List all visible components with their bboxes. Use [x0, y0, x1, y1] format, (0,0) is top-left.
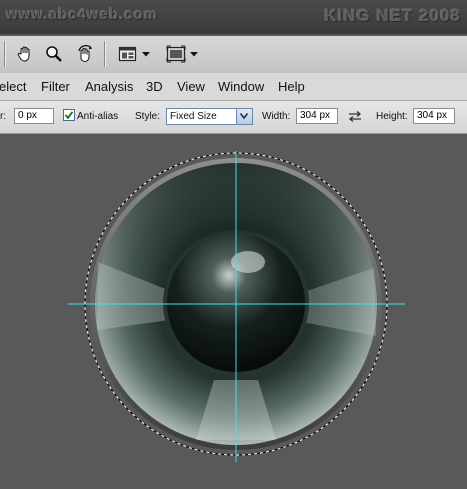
rotate-view-button[interactable] [75, 44, 95, 64]
document-canvas[interactable] [0, 134, 467, 484]
menu-help[interactable]: Help [278, 79, 305, 94]
dropdown-arrow[interactable] [236, 109, 252, 124]
arrange-documents-button[interactable] [118, 44, 152, 64]
menu-select[interactable]: elect [0, 79, 26, 94]
checkmark-icon [64, 111, 74, 120]
toolbar-separator [104, 41, 105, 67]
hand-tool-button[interactable] [16, 44, 34, 64]
zoom-tool-icon [45, 45, 63, 63]
menu-3d[interactable]: 3D [146, 79, 163, 94]
rotate-view-icon [75, 45, 95, 63]
style-select-value: Fixed Size [170, 111, 217, 122]
watermark-bar: www.abc4web.com KING NET 2008 [0, 0, 467, 34]
arrange-documents-icon [118, 45, 152, 63]
application-toolbar [0, 36, 467, 74]
swap-dimensions-button[interactable] [348, 111, 362, 125]
options-bar: r: 0 px Anti-alias Style: Fixed Size Wid… [0, 101, 467, 134]
canvas-artwork [68, 151, 405, 462]
watermark-signature: KING NET 2008 [324, 6, 461, 25]
antialias-label: Anti-alias [77, 111, 119, 122]
feather-input[interactable]: 0 px [14, 108, 54, 124]
antialias-checkbox[interactable] [63, 109, 75, 121]
menu-view[interactable]: View [177, 79, 205, 94]
chevron-down-icon [240, 113, 248, 119]
zoom-tool-button[interactable] [45, 44, 63, 64]
height-label: Height: [376, 111, 408, 122]
menu-filter[interactable]: Filter [41, 79, 70, 94]
screen-mode-button[interactable] [166, 44, 200, 64]
menu-window[interactable]: Window [218, 79, 264, 94]
width-input[interactable]: 304 px [296, 108, 338, 124]
style-select[interactable]: Fixed Size [166, 108, 253, 125]
toolbar-separator [4, 41, 5, 67]
swap-arrows-icon [348, 111, 362, 122]
style-label: Style: [135, 111, 161, 122]
screen-mode-icon [166, 45, 200, 63]
menu-bar: elect Filter Analysis 3D View Window Hel… [0, 73, 467, 101]
menu-analysis[interactable]: Analysis [85, 79, 133, 94]
height-input[interactable]: 304 px [413, 108, 455, 124]
feather-label: r: [0, 111, 7, 122]
width-label: Width: [262, 111, 291, 122]
watermark-site: www.abc4web.com [6, 6, 158, 23]
hand-tool-icon [16, 45, 34, 63]
